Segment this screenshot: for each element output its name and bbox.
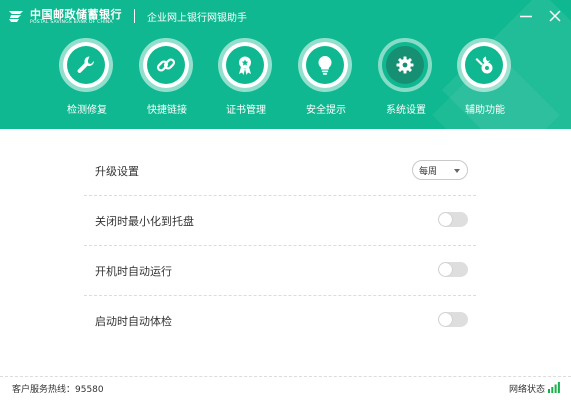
- minimize-button[interactable]: [518, 8, 534, 24]
- toggle-knob: [439, 213, 452, 226]
- setting-label: 关闭时最小化到托盘: [95, 215, 194, 228]
- wrench-icon: [77, 56, 95, 73]
- nav-label: 系统设置: [386, 105, 426, 116]
- toggle-knob: [439, 263, 452, 276]
- setting-label: 启动时自动体检: [95, 315, 172, 328]
- signal-strength-icon: [548, 382, 560, 393]
- nav-item-accessibility[interactable]: 辅助功能: [450, 38, 520, 118]
- tools-icon: [475, 56, 493, 74]
- select-value: 每周: [419, 167, 438, 177]
- nav-item-quick-links[interactable]: 快捷链接: [132, 38, 202, 118]
- nav-label: 快捷链接: [147, 105, 187, 116]
- nav-label: 检测修复: [67, 105, 107, 116]
- close-button[interactable]: [547, 8, 563, 24]
- setting-label: 升级设置: [95, 165, 139, 178]
- nav-icon-circle: [218, 38, 272, 92]
- nav-icon-circle: [457, 38, 511, 92]
- nav-item-repair[interactable]: 检测修复: [52, 38, 122, 118]
- certificate-icon: [239, 56, 251, 75]
- network-status-label: 网络状态: [508, 385, 545, 395]
- status-bar: 客户服务热线：95580 网络状态: [0, 376, 571, 400]
- header-bar: 中国邮政储蓄银行 POSTAL SAVINGS BANK OF CHINA 企业…: [0, 0, 571, 129]
- nav-item-system-settings[interactable]: 系统设置: [371, 38, 441, 118]
- bank-logo-icon: [9, 11, 23, 22]
- bank-name-en: POSTAL SAVINGS BANK OF CHINA: [30, 20, 113, 25]
- setting-row-minimize-tray: 关闭时最小化到托盘: [84, 196, 476, 246]
- nav-icon-circle: [378, 38, 432, 92]
- setting-row-auto-run: 开机时自动运行: [84, 246, 476, 296]
- bank-logo: 中国邮政储蓄银行 POSTAL SAVINGS BANK OF CHINA: [8, 7, 122, 29]
- minimize-to-tray-toggle[interactable]: [438, 212, 468, 227]
- lightbulb-icon: [318, 55, 332, 75]
- upgrade-frequency-select[interactable]: 每周: [412, 160, 468, 180]
- title-divider: [134, 9, 135, 23]
- settings-panel: 升级设置 每周 关闭时最小化到托盘 开机时自动运行 启动时自动体检: [84, 146, 476, 345]
- nav-label: 证书管理: [226, 105, 266, 116]
- customer-hotline: 客户服务热线：95580: [12, 385, 104, 395]
- nav-icon-circle: [59, 38, 113, 92]
- nav-label: 安全提示: [306, 105, 346, 116]
- nav-icon-circle: [298, 38, 352, 92]
- toggle-knob: [439, 313, 452, 326]
- auto-run-toggle[interactable]: [438, 262, 468, 277]
- auto-check-toggle[interactable]: [438, 312, 468, 327]
- link-icon: [156, 58, 176, 72]
- gear-icon: [396, 56, 414, 74]
- setting-row-upgrade: 升级设置 每周: [84, 146, 476, 196]
- app-window: 中国邮政储蓄银行 POSTAL SAVINGS BANK OF CHINA 企业…: [0, 0, 571, 400]
- app-title: 企业网上银行网银助手: [147, 13, 247, 24]
- setting-row-auto-check: 启动时自动体检: [84, 296, 476, 345]
- chevron-down-icon: [454, 169, 460, 173]
- nav-item-certificates[interactable]: 证书管理: [211, 38, 281, 118]
- nav-label: 辅助功能: [465, 105, 505, 116]
- setting-label: 开机时自动运行: [95, 265, 172, 278]
- nav-item-security-tips[interactable]: 安全提示: [291, 38, 361, 118]
- nav-icon-circle: [139, 38, 193, 92]
